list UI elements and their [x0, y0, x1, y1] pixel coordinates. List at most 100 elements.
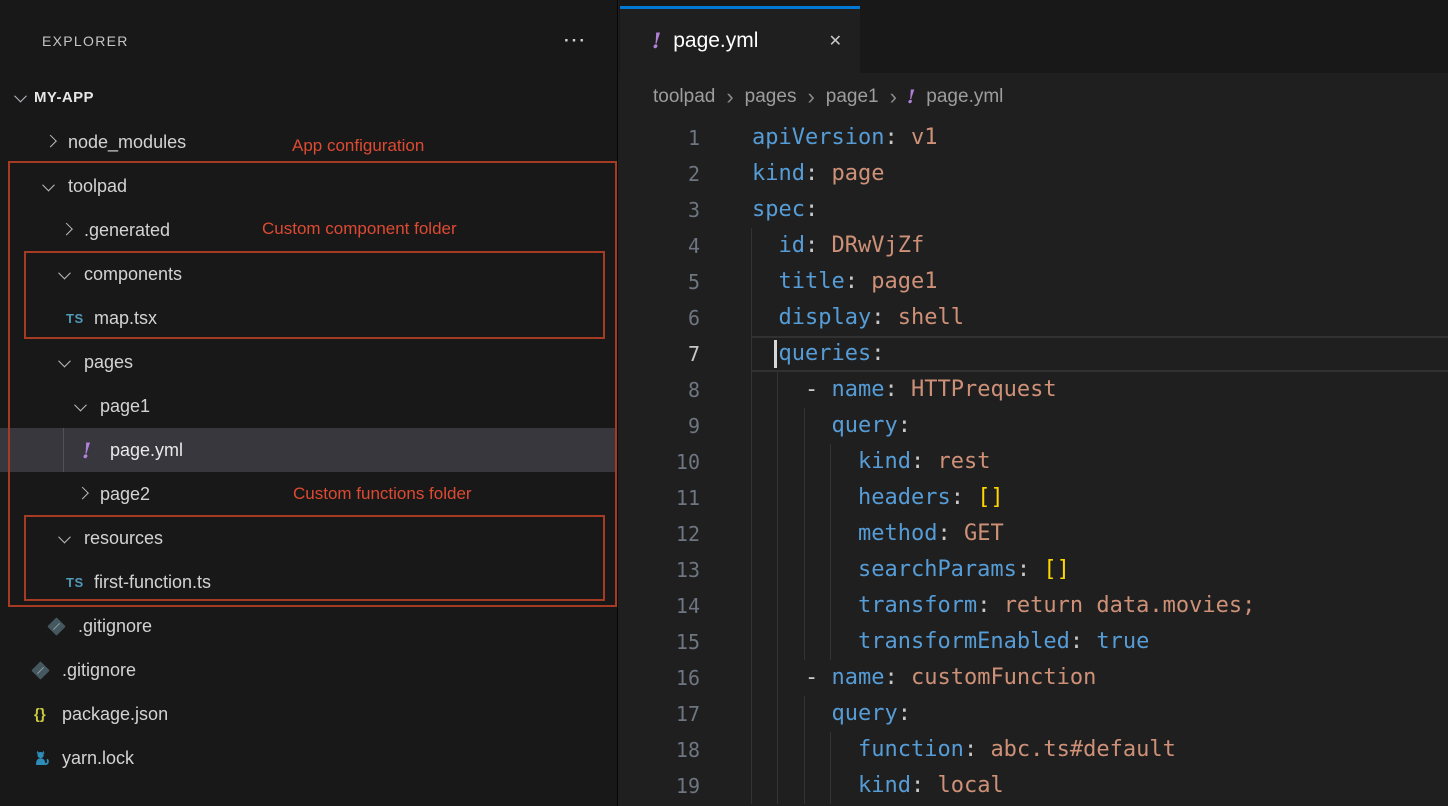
code-line-18[interactable]: 18 function: abc.ts#default — [619, 732, 1448, 768]
indent-guide — [830, 516, 831, 552]
close-icon[interactable]: ✕ — [829, 31, 842, 51]
indent-guide — [804, 480, 805, 516]
code-line-17[interactable]: 17 query: — [619, 696, 1448, 732]
indent-guide — [777, 372, 778, 408]
tree-item-pages[interactable]: pages — [0, 340, 617, 384]
indent-guide — [751, 408, 752, 444]
tab-page-yml[interactable]: ! page.yml ✕ — [620, 6, 860, 73]
indent-guide — [777, 768, 778, 804]
line-number: 19 — [619, 768, 752, 804]
tree-item-label: first-function.ts — [94, 572, 211, 593]
code-text[interactable]: transform: return data.movies; — [752, 588, 1448, 624]
line-number: 9 — [619, 408, 752, 444]
line-number: 15 — [619, 624, 752, 660]
tree-item--generated[interactable]: .generated — [0, 208, 617, 252]
code-text[interactable]: transformEnabled: true — [752, 624, 1448, 660]
indent-guide — [804, 624, 805, 660]
code-text[interactable]: apiVersion: v1 — [752, 120, 1448, 156]
breadcrumb-page-yml[interactable]: page.yml — [926, 86, 1003, 108]
tree-item-label: page.yml — [110, 440, 183, 461]
indent-guide — [830, 588, 831, 624]
indent-guide — [751, 228, 752, 264]
code-line-9[interactable]: 9 query: — [619, 408, 1448, 444]
tree-item-components[interactable]: components — [0, 252, 617, 296]
breadcrumb-page1[interactable]: page1 — [826, 86, 879, 108]
code-line-15[interactable]: 15 transformEnabled: true — [619, 624, 1448, 660]
tree-item-page-yml[interactable]: ! page.yml — [0, 428, 617, 472]
yarn-cat-icon — [34, 750, 50, 766]
indent-guide — [751, 264, 752, 300]
code-line-11[interactable]: 11 headers: [] — [619, 480, 1448, 516]
code-line-8[interactable]: 8 - name: HTTPrequest — [619, 372, 1448, 408]
indent-guide — [777, 696, 778, 732]
code-text[interactable]: kind: local — [752, 768, 1448, 804]
code-text[interactable]: - name: HTTPrequest — [752, 372, 1448, 408]
breadcrumb-pages[interactable]: pages — [745, 86, 797, 108]
code-line-13[interactable]: 13 searchParams: [] — [619, 552, 1448, 588]
tree-item-page2[interactable]: page2 — [0, 472, 617, 516]
indent-guide — [804, 552, 805, 588]
tree-item-page1[interactable]: page1 — [0, 384, 617, 428]
code-line-12[interactable]: 12 method: GET — [619, 516, 1448, 552]
code-line-16[interactable]: 16 - name: customFunction — [619, 660, 1448, 696]
code-text[interactable]: headers: [] — [752, 480, 1448, 516]
code-line-10[interactable]: 10 kind: rest — [619, 444, 1448, 480]
code-text[interactable]: title: page1 — [752, 264, 1448, 300]
chevron-down-icon — [14, 89, 27, 102]
tree-item-my-app[interactable]: MY-APP — [0, 75, 617, 119]
code-editor[interactable]: 1apiVersion: v12kind: page3spec:4 id: DR… — [619, 120, 1448, 804]
code-line-6[interactable]: 6 display: shell — [619, 300, 1448, 336]
tree-item-map-tsx[interactable]: TSmap.tsx — [0, 296, 617, 340]
code-line-3[interactable]: 3spec: — [619, 192, 1448, 228]
chevron-right-icon: › — [890, 87, 897, 106]
indent-guide — [804, 516, 805, 552]
tree-item-first-function-ts[interactable]: TSfirst-function.ts — [0, 560, 617, 604]
more-actions-icon[interactable]: ··· — [564, 36, 587, 46]
code-line-19[interactable]: 19 kind: local — [619, 768, 1448, 804]
code-line-2[interactable]: 2kind: page — [619, 156, 1448, 192]
code-line-5[interactable]: 5 title: page1 — [619, 264, 1448, 300]
tree-item-toolpad[interactable]: toolpad — [0, 164, 617, 208]
code-text[interactable]: spec: — [752, 192, 1448, 228]
code-line-7[interactable]: 7 queries: — [619, 336, 1448, 372]
indent-guide — [830, 480, 831, 516]
indent-guide — [751, 444, 752, 480]
code-text[interactable]: - name: customFunction — [752, 660, 1448, 696]
tree-item-label: components — [84, 264, 182, 285]
code-text[interactable]: queries: — [752, 336, 1448, 372]
tree-item--gitignore[interactable]: .gitignore — [0, 648, 617, 692]
code-text[interactable]: method: GET — [752, 516, 1448, 552]
tree-item-yarn-lock[interactable]: yarn.lock — [0, 736, 617, 780]
yaml-warning-icon: ! — [82, 438, 91, 463]
code-text[interactable]: display: shell — [752, 300, 1448, 336]
tree-item-label: .gitignore — [78, 616, 152, 637]
indent-guide — [777, 516, 778, 552]
code-text[interactable]: id: DRwVjZf — [752, 228, 1448, 264]
code-line-4[interactable]: 4 id: DRwVjZf — [619, 228, 1448, 264]
explorer-header: EXPLORER ··· — [0, 20, 617, 62]
chevron-right-icon — [76, 486, 89, 499]
indent-guide — [751, 696, 752, 732]
indent-guide — [751, 732, 752, 768]
code-line-14[interactable]: 14 transform: return data.movies; — [619, 588, 1448, 624]
tree-item-resources[interactable]: resources — [0, 516, 617, 560]
code-text[interactable]: query: — [752, 408, 1448, 444]
indent-guide — [751, 588, 752, 624]
breadcrumb-toolpad[interactable]: toolpad — [653, 86, 715, 108]
tree-item--gitignore[interactable]: .gitignore — [0, 604, 617, 648]
indent-guide — [751, 300, 752, 336]
tree-item-node-modules[interactable]: node_modules — [0, 120, 617, 164]
code-text[interactable]: kind: rest — [752, 444, 1448, 480]
code-line-1[interactable]: 1apiVersion: v1 — [619, 120, 1448, 156]
indent-guide — [751, 480, 752, 516]
code-text[interactable]: kind: page — [752, 156, 1448, 192]
line-number: 10 — [619, 444, 752, 480]
tree-item-package-json[interactable]: {}package.json — [0, 692, 617, 736]
indent-guide — [751, 624, 752, 660]
indent-guide — [751, 516, 752, 552]
code-text[interactable]: function: abc.ts#default — [752, 732, 1448, 768]
json-braces-icon: {} — [34, 706, 46, 723]
code-text[interactable]: query: — [752, 696, 1448, 732]
line-number: 14 — [619, 588, 752, 624]
code-text[interactable]: searchParams: [] — [752, 552, 1448, 588]
